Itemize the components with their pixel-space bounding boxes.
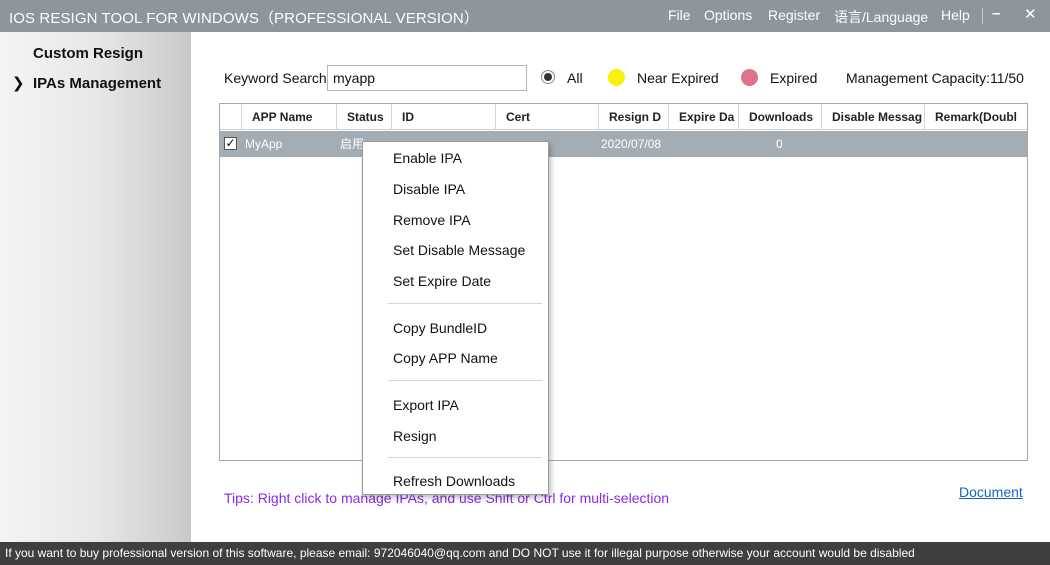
expired-indicator (741, 69, 758, 86)
column-header-remark[interactable]: Remark(Doubl (924, 104, 1027, 130)
column-header-app-name[interactable]: APP Name (241, 104, 336, 130)
menu-item-resign[interactable]: Resign (393, 428, 437, 444)
cell-downloads: 0 (776, 137, 783, 151)
ipa-table[interactable]: APP Name Status ID Cert Resign D Expire … (219, 103, 1028, 461)
menu-item-set-expire-date[interactable]: Set Expire Date (393, 273, 491, 289)
column-header-expire-date[interactable]: Expire Da (668, 104, 738, 130)
menu-register[interactable]: Register (768, 7, 820, 23)
column-header-resign-date[interactable]: Resign D (598, 104, 668, 130)
document-link[interactable]: Document (959, 484, 1023, 500)
menu-item-set-disable-message[interactable]: Set Disable Message (393, 242, 525, 258)
menu-help[interactable]: Help (941, 7, 970, 23)
status-bar-text: If you want to buy professional version … (5, 546, 915, 560)
radio-selected-dot (544, 73, 552, 81)
menu-separator (388, 380, 542, 381)
title-bar: IOS RESIGN TOOL FOR WINDOWS（PROFESSIONAL… (0, 0, 1050, 32)
table-header: APP Name Status ID Cert Resign D Expire … (220, 104, 1027, 130)
minimize-icon[interactable]: – (992, 5, 1000, 22)
cell-resign-date: 2020/07/08 (601, 137, 662, 151)
menu-item-export-ipa[interactable]: Export IPA (393, 397, 459, 413)
sidebar-item-custom-resign[interactable]: Custom Resign (33, 45, 143, 62)
menu-item-enable-ipa[interactable]: Enable IPA (393, 150, 462, 166)
keyword-search-input[interactable] (327, 65, 527, 91)
management-capacity: Management Capacity:11/50 (846, 70, 1024, 86)
column-header-id[interactable]: ID (391, 104, 495, 130)
column-header-downloads[interactable]: Downloads (738, 104, 821, 130)
menu-file[interactable]: File (668, 7, 691, 23)
cell-app-name: MyApp (245, 137, 283, 151)
column-header-select[interactable] (220, 104, 241, 130)
menu-item-disable-ipa[interactable]: Disable IPA (393, 181, 465, 197)
menu-language[interactable]: 语言/Language (834, 7, 928, 27)
status-bar: If you want to buy professional version … (0, 542, 1050, 565)
filter-all-radio[interactable] (541, 70, 555, 84)
expired-label: Expired (770, 70, 818, 86)
row-checkbox[interactable]: ✓ (224, 137, 237, 150)
table-row[interactable]: ✓ MyApp 启用 2020/07/08 0 (220, 131, 1027, 157)
near-expired-label: Near Expired (637, 70, 719, 86)
menu-separator (388, 303, 542, 304)
keyword-search-label: Keyword Search (224, 70, 327, 86)
cell-status: 启用 (340, 137, 365, 151)
menu-options[interactable]: Options (704, 7, 752, 23)
menu-item-remove-ipa[interactable]: Remove IPA (393, 212, 471, 228)
column-header-disable-message[interactable]: Disable Messag (821, 104, 924, 130)
chevron-right-icon: ❯ (12, 75, 25, 92)
menu-separator (388, 457, 542, 458)
window-title: IOS RESIGN TOOL FOR WINDOWS（PROFESSIONAL… (9, 10, 479, 27)
menu-item-refresh-downloads[interactable]: Refresh Downloads (393, 473, 515, 489)
sidebar: Custom Resign ❯ IPAs Management (0, 32, 191, 542)
context-menu: Enable IPA Disable IPA Remove IPA Set Di… (362, 141, 549, 495)
near-expired-indicator (608, 69, 625, 86)
close-icon[interactable]: ✕ (1024, 5, 1037, 23)
menu-divider (982, 8, 983, 24)
filter-all-label[interactable]: All (567, 70, 583, 86)
menu-item-copy-bundleid[interactable]: Copy BundleID (393, 320, 487, 336)
column-header-status[interactable]: Status (336, 104, 391, 130)
menu-item-copy-app-name[interactable]: Copy APP Name (393, 350, 498, 366)
sidebar-item-ipas-management[interactable]: IPAs Management (33, 75, 161, 92)
column-header-cert[interactable]: Cert (495, 104, 598, 130)
